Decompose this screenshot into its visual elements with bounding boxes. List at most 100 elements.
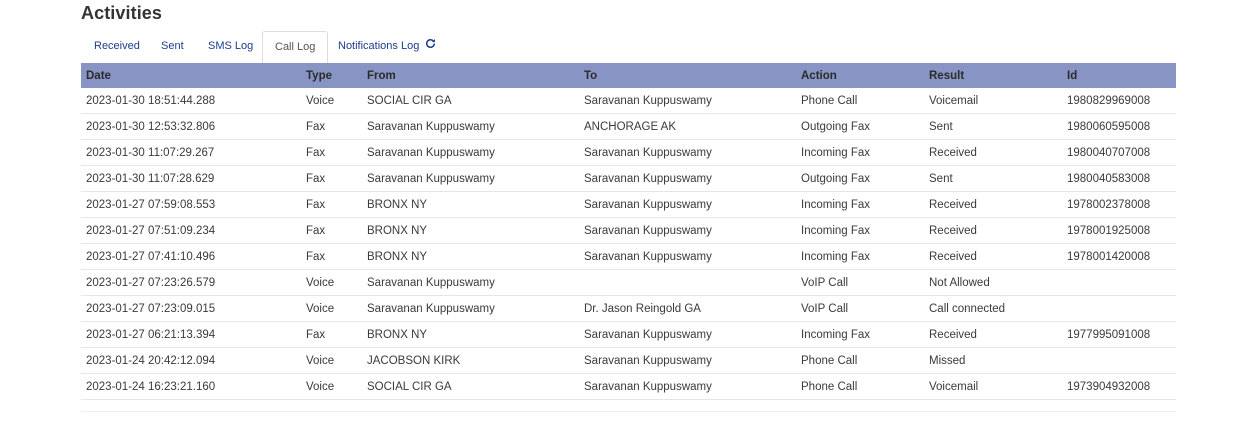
tab-bar: Received Sent SMS Log Call Log Notificat… xyxy=(81,31,1176,63)
table-header-row: Date Type From To Action Result Id xyxy=(81,63,1176,88)
cell-to: Dr. Jason Reingold GA xyxy=(579,295,796,322)
cell-to: Saravanan Kuppuswamy xyxy=(579,243,796,270)
cell-type: Fax xyxy=(301,321,362,348)
table-row[interactable]: 2023-01-27 06:21:13.394 Fax BRONX NY Sarava… xyxy=(81,321,1176,348)
table-row[interactable]: 2023-01-24 16:23:21.160 Voice SOCIAL CIR G… xyxy=(81,373,1176,400)
table-row[interactable]: 2023-01-30 18:51:44.288 Voice SOCIAL CIR G… xyxy=(81,88,1176,114)
refresh-icon[interactable] xyxy=(425,31,436,61)
cell-date: 2023-01-27 06:21:13.394 xyxy=(81,321,301,348)
cell-to: Saravanan Kuppuswamy xyxy=(579,347,796,374)
cell-id: 1977995091008 xyxy=(1062,321,1176,348)
cell-to: Saravanan Kuppuswamy xyxy=(579,139,796,166)
cell-date: 2023-01-30 11:07:29.267 xyxy=(81,139,301,166)
table-body: 2023-01-30 18:51:44.288 Voice SOCIAL CIR G… xyxy=(81,88,1176,400)
cell-action: Incoming Fax xyxy=(796,243,924,270)
cell-result: Sent xyxy=(924,113,1062,140)
cell-result: Received xyxy=(924,217,1062,244)
column-header-type[interactable]: Type xyxy=(301,63,362,88)
table-row[interactable]: 2023-01-30 11:07:29.267 Fax Saravanan Kupp… xyxy=(81,139,1176,166)
column-header-action[interactable]: Action xyxy=(796,63,924,88)
tab-notifications-log[interactable]: Notifications Log xyxy=(338,31,436,62)
cell-from: SOCIAL CIR GA xyxy=(362,373,579,400)
cell-result: Call connected xyxy=(924,295,1062,322)
column-header-to[interactable]: To xyxy=(579,63,796,88)
cell-id: 1978002378008 xyxy=(1062,191,1176,218)
cell-id: 1980040583008 xyxy=(1062,165,1176,192)
cell-action: Incoming Fax xyxy=(796,139,924,166)
cell-id xyxy=(1062,347,1176,374)
cell-type: Fax xyxy=(301,165,362,192)
cell-from: BRONX NY xyxy=(362,321,579,348)
column-header-result[interactable]: Result xyxy=(924,63,1062,88)
cell-to: Saravanan Kuppuswamy xyxy=(579,191,796,218)
page-title: Activities xyxy=(81,3,163,23)
cell-action: Outgoing Fax xyxy=(796,165,924,192)
cell-from: SOCIAL CIR GA xyxy=(362,88,579,114)
cell-action: Outgoing Fax xyxy=(796,113,924,140)
cell-result: Received xyxy=(924,139,1062,166)
cell-type: Fax xyxy=(301,217,362,244)
cell-result: Received xyxy=(924,243,1062,270)
cell-action: Phone Call xyxy=(796,88,924,114)
cell-type: Fax xyxy=(301,243,362,270)
cell-id xyxy=(1062,295,1176,322)
cell-id: 1980829969008 xyxy=(1062,88,1176,114)
cell-result: Sent xyxy=(924,165,1062,192)
cell-date: 2023-01-24 16:23:21.160 xyxy=(81,373,301,400)
cell-date: 2023-01-27 07:23:09.015 xyxy=(81,295,301,322)
cell-date: 2023-01-27 07:23:26.579 xyxy=(81,269,301,296)
cell-result: Not Allowed xyxy=(924,269,1062,296)
call-log-table: Date Type From To Action Result Id 2023-… xyxy=(81,63,1176,400)
divider xyxy=(81,411,1176,412)
cell-to: Saravanan Kuppuswamy xyxy=(579,373,796,400)
cell-type: Fax xyxy=(301,191,362,218)
cell-date: 2023-01-27 07:59:08.553 xyxy=(81,191,301,218)
tab-sms-log[interactable]: SMS Log xyxy=(208,31,253,62)
cell-date: 2023-01-30 12:53:32.806 xyxy=(81,113,301,140)
column-header-from[interactable]: From xyxy=(362,63,579,88)
cell-type: Fax xyxy=(301,139,362,166)
cell-id: 1978001925008 xyxy=(1062,217,1176,244)
column-header-date[interactable]: Date xyxy=(81,63,301,88)
cell-to: Saravanan Kuppuswamy xyxy=(579,217,796,244)
cell-date: 2023-01-30 18:51:44.288 xyxy=(81,88,301,114)
cell-type: Voice xyxy=(301,269,362,296)
cell-type: Voice xyxy=(301,295,362,322)
tab-notifications-log-label: Notifications Log xyxy=(338,40,420,52)
cell-date: 2023-01-27 07:51:09.234 xyxy=(81,217,301,244)
tab-call-log[interactable]: Call Log xyxy=(262,31,329,63)
cell-result: Voicemail xyxy=(924,88,1062,114)
cell-to: ANCHORAGE AK xyxy=(579,113,796,140)
cell-action: Phone Call xyxy=(796,373,924,400)
cell-from: Saravanan Kuppuswamy xyxy=(362,269,579,296)
cell-to: Saravanan Kuppuswamy xyxy=(579,165,796,192)
table-row[interactable]: 2023-01-27 07:23:09.015 Voice Saravanan Ku… xyxy=(81,295,1176,322)
cell-action: Phone Call xyxy=(796,347,924,374)
cell-id: 1980040707008 xyxy=(1062,139,1176,166)
tab-sent[interactable]: Sent xyxy=(161,31,184,62)
table-row[interactable]: 2023-01-27 07:51:09.234 Fax BRONX NY Sarava… xyxy=(81,217,1176,244)
cell-from: JACOBSON KIRK xyxy=(362,347,579,374)
cell-id: 1980060595008 xyxy=(1062,113,1176,140)
table-row[interactable]: 2023-01-30 12:53:32.806 Fax Saravanan Kupp… xyxy=(81,113,1176,140)
tab-received[interactable]: Received xyxy=(94,31,140,62)
cell-type: Fax xyxy=(301,113,362,140)
table-row[interactable]: 2023-01-27 07:23:26.579 Voice Saravanan Ku… xyxy=(81,269,1176,296)
cell-to: Saravanan Kuppuswamy xyxy=(579,321,796,348)
cell-from: BRONX NY xyxy=(362,191,579,218)
cell-action: VoIP Call xyxy=(796,269,924,296)
cell-from: Saravanan Kuppuswamy xyxy=(362,139,579,166)
table-row[interactable]: 2023-01-27 07:41:10.496 Fax BRONX NY Sarava… xyxy=(81,243,1176,270)
cell-from: Saravanan Kuppuswamy xyxy=(362,295,579,322)
table-row[interactable]: 2023-01-30 11:07:28.629 Fax Saravanan Kupp… xyxy=(81,165,1176,192)
table-row[interactable]: 2023-01-24 20:42:12.094 Voice JACOBSON KIR… xyxy=(81,347,1176,374)
column-header-id[interactable]: Id xyxy=(1062,63,1176,88)
cell-type: Voice xyxy=(301,373,362,400)
cell-id: 1978001420008 xyxy=(1062,243,1176,270)
table-row[interactable]: 2023-01-27 07:59:08.553 Fax BRONX NY Sarava… xyxy=(81,191,1176,218)
cell-action: Incoming Fax xyxy=(796,321,924,348)
cell-from: BRONX NY xyxy=(362,217,579,244)
cell-to: Saravanan Kuppuswamy xyxy=(579,88,796,114)
cell-id: 1973904932008 xyxy=(1062,373,1176,400)
cell-id xyxy=(1062,269,1176,296)
